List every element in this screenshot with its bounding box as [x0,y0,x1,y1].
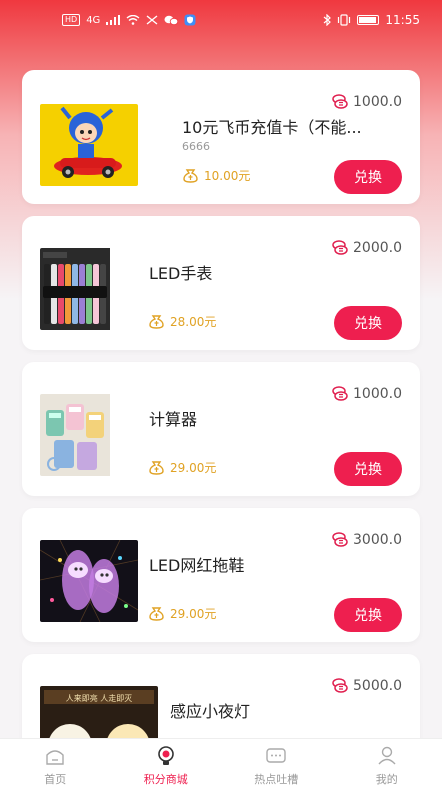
vibrate-icon [338,14,351,26]
price-value: 28.00元 [170,315,217,329]
tab-label: 积分商城 [143,772,188,786]
redeem-button[interactable]: 兑换 [334,598,402,632]
product-list: 10元飞币充值卡（不能... 6666 1000.0 10.00元 兑换 LED… [22,70,420,792]
status-bar: HD 4G 11:55 [0,0,442,40]
scissors-icon [146,15,158,25]
product-price: 28.00元 [148,313,216,330]
product-image-led-slippers [40,540,138,622]
product-price: 10.00元 [182,167,250,184]
tab-label: 我的 [375,772,398,786]
product-name: LED手表 [149,264,213,283]
tab-home[interactable]: 首页 [0,739,111,792]
product-image-calculator [40,394,138,476]
product-card[interactable]: 计算器 1000.0 29.00元 兑换 [22,362,420,496]
user-icon [378,746,396,764]
wifi-icon [126,15,140,25]
price-value: 10.00元 [204,169,251,183]
points-value: 1000.0 [353,94,402,110]
status-right: 11:55 [323,13,420,27]
points-cost: 1000.0 [331,94,402,110]
points-cost: 3000.0 [331,532,402,548]
points-coin-icon [332,678,348,693]
message-icon [266,747,286,763]
points-coin-icon [332,94,348,109]
product-card[interactable]: LED网红拖鞋 3000.0 29.00元 兑换 [22,508,420,642]
redeem-button[interactable]: 兑换 [334,160,402,194]
tab-mine[interactable]: 我的 [332,739,442,792]
tab-label: 热点吐槽 [254,772,299,786]
points-cost: 1000.0 [331,386,402,402]
product-price: 29.00元 [148,459,216,476]
money-bag-icon [149,607,164,621]
home-icon [46,749,64,765]
product-name: 感应小夜灯 [170,702,251,721]
money-bag-icon [183,169,198,183]
product-name: 计算器 [149,410,198,429]
points-value: 1000.0 [353,386,402,402]
product-price: 29.00元 [148,605,216,622]
lightbulb-icon [157,745,174,765]
tab-hot-topics[interactable]: 热点吐槽 [221,739,332,792]
points-value: 2000.0 [353,240,402,256]
price-value: 29.00元 [170,461,217,475]
price-value: 29.00元 [170,607,217,621]
status-left: HD 4G [62,14,196,26]
tab-label: 首页 [44,772,67,786]
bluetooth-icon [324,14,332,26]
product-image-led-watch [40,248,138,330]
points-value: 5000.0 [353,678,402,694]
points-coin-icon [332,386,348,401]
points-cost: 2000.0 [331,240,402,256]
points-cost: 5000.0 [331,678,402,694]
chat-icon [164,15,179,25]
hd-indicator: HD [62,14,81,26]
shield-icon [184,14,196,26]
battery-icon [357,15,380,25]
product-name: LED网红拖鞋 [149,556,245,575]
product-card[interactable]: 10元飞币充值卡（不能... 6666 1000.0 10.00元 兑换 [22,70,420,204]
tab-points-mall[interactable]: 积分商城 [111,739,222,792]
money-bag-icon [149,461,164,475]
bottom-tab-bar: 首页 积分商城 热点吐槽 我的 [0,738,442,792]
signal-icon [106,15,121,25]
product-description: 6666 [182,140,210,153]
points-coin-icon [332,532,348,547]
redeem-button[interactable]: 兑换 [334,306,402,340]
points-coin-icon [332,240,348,255]
clock-time: 11:55 [385,13,420,27]
money-bag-icon [149,315,164,329]
product-card[interactable]: LED手表 2000.0 28.00元 兑换 [22,216,420,350]
network-indicator: 4G [86,14,101,26]
redeem-button[interactable]: 兑换 [334,452,402,486]
product-name: 10元飞币充值卡（不能... [182,118,362,137]
points-value: 3000.0 [353,532,402,548]
product-image-flycoin-card [40,104,138,186]
night-light-slogan: 人来即亮 人走即灭 [66,693,133,703]
